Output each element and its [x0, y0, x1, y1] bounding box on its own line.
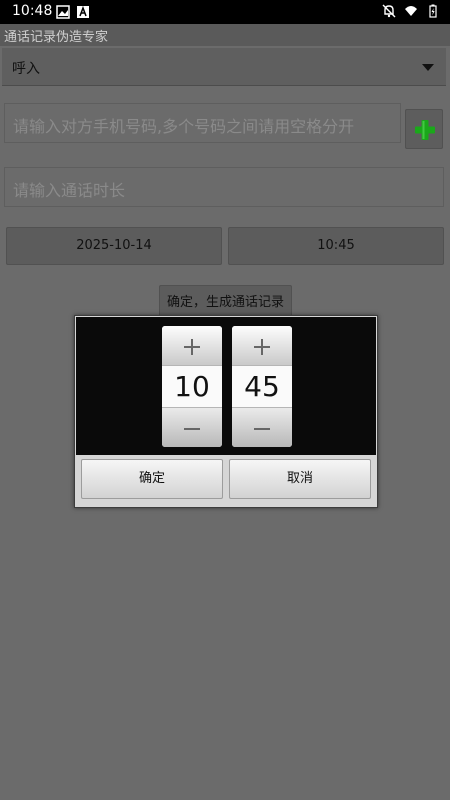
plus-icon	[415, 120, 435, 140]
dropdown-arrow-icon	[422, 64, 434, 71]
cancel-button[interactable]: 取消	[229, 459, 371, 499]
phone-number-placeholder: 请输入对方手机号码,多个号码之间请用空格分开	[13, 117, 355, 136]
notifications-off-icon	[382, 4, 396, 18]
minute-increment-button[interactable]	[232, 326, 292, 366]
call-type-spinner[interactable]: 呼入	[2, 48, 446, 86]
minute-value[interactable]: 45	[232, 366, 292, 407]
call-duration-placeholder: 请输入通话时长	[13, 181, 126, 200]
time-picker-dialog: 10 45 确定 取消	[74, 315, 378, 508]
app-title: 通话记录伪造专家	[4, 30, 109, 45]
system-icons	[382, 4, 440, 18]
time-picker: 10 45	[76, 317, 376, 455]
notification-icons	[56, 5, 90, 19]
confirm-button[interactable]: 确定	[81, 459, 223, 499]
minus-icon	[254, 428, 270, 430]
font-icon	[77, 5, 89, 18]
image-icon	[56, 5, 70, 19]
date-button[interactable]: 2025-10-14	[6, 227, 222, 265]
hour-value[interactable]: 10	[162, 366, 222, 407]
call-type-selected: 呼入	[12, 61, 40, 77]
wifi-icon	[405, 6, 417, 16]
phone-number-input[interactable]: 请输入对方手机号码,多个号码之间请用空格分开	[4, 103, 401, 143]
hour-decrement-button[interactable]	[162, 407, 222, 447]
minute-picker: 45	[232, 326, 292, 447]
status-bar: 10:48	[0, 0, 450, 24]
minute-decrement-button[interactable]	[232, 407, 292, 447]
minus-icon	[184, 428, 200, 430]
hour-increment-button[interactable]	[162, 326, 222, 366]
app-title-bar: 通话记录伪造专家	[0, 24, 450, 46]
plus-icon	[254, 339, 270, 355]
hour-picker: 10	[162, 326, 222, 447]
time-button[interactable]: 10:45	[228, 227, 444, 265]
add-contact-button[interactable]	[405, 109, 443, 149]
plus-icon	[184, 339, 200, 355]
call-duration-input[interactable]: 请输入通话时长	[4, 167, 444, 207]
status-time: 10:48	[12, 3, 53, 19]
battery-icon	[429, 4, 437, 18]
